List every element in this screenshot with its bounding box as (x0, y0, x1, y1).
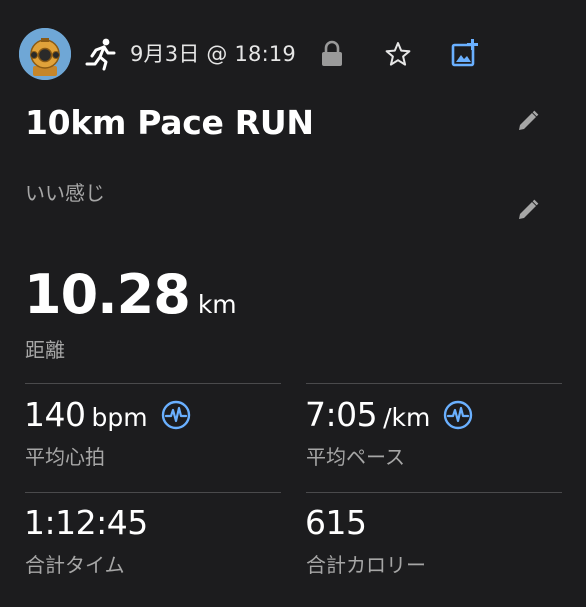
distance-stat: 10.28 km (24, 263, 237, 326)
total-time-value: 1:12:45 (24, 503, 148, 542)
avg-heart-rate-value: 140 (24, 395, 86, 434)
running-icon (85, 38, 116, 71)
lock-icon[interactable] (320, 40, 344, 68)
activity-header: 9月3日 @ 18:19 (0, 0, 586, 100)
divider (306, 383, 562, 384)
calories-label: 合計カロリー (306, 553, 426, 577)
divider (25, 492, 281, 493)
divider (25, 383, 281, 384)
activity-note: いい感じ (25, 181, 105, 205)
activity-date-time: 9月3日 @ 18:19 (130, 42, 296, 66)
calories-stat: 615 (305, 503, 367, 542)
total-time-label: 合計タイム (25, 553, 125, 577)
diving-helmet-icon (19, 28, 71, 80)
avg-pace-value: 7:05 (305, 395, 378, 434)
edit-note-pencil-icon[interactable] (515, 197, 541, 223)
edit-title-pencil-icon[interactable] (515, 108, 541, 134)
star-icon[interactable] (384, 40, 412, 68)
distance-value: 10.28 (24, 263, 191, 326)
pace-pulse-icon[interactable] (443, 400, 473, 430)
activity-title: 10km Pace RUN (25, 103, 314, 142)
avg-pace-unit: /km (383, 403, 431, 432)
avg-pace-label: 平均ペース (306, 445, 405, 469)
distance-unit: km (197, 290, 237, 319)
total-time-stat: 1:12:45 (24, 503, 148, 542)
avg-pace-stat: 7:05/km (305, 395, 473, 434)
add-photo-icon[interactable] (450, 38, 480, 68)
divider (306, 492, 562, 493)
avg-heart-rate-unit: bpm (91, 403, 148, 432)
avg-heart-rate-label: 平均心拍 (25, 445, 105, 469)
heart-rate-pulse-icon[interactable] (161, 400, 191, 430)
avg-heart-rate-stat: 140 bpm (24, 395, 191, 434)
avatar[interactable] (19, 28, 71, 80)
distance-label: 距離 (25, 338, 65, 362)
calories-value: 615 (305, 503, 367, 542)
